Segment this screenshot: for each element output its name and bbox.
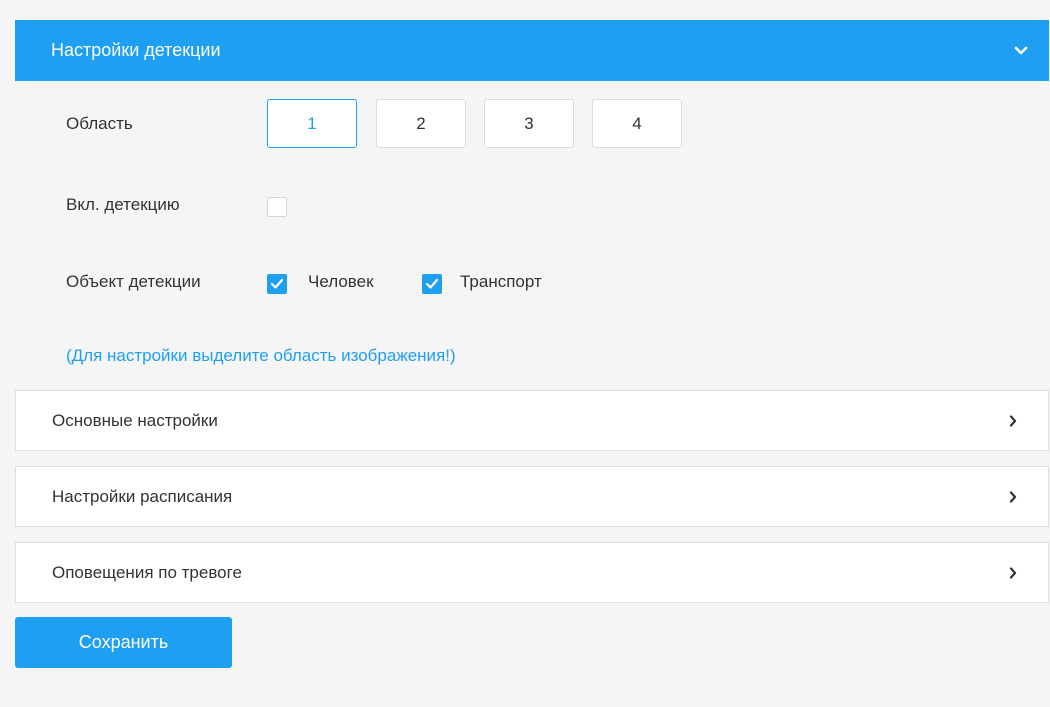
- schedule-settings-label: Настройки расписания: [52, 486, 233, 506]
- person-checkbox[interactable]: [267, 274, 287, 294]
- schedule-settings-section[interactable]: Настройки расписания: [15, 466, 1049, 527]
- alarm-notifications-section[interactable]: Оповещения по тревоге: [15, 542, 1049, 603]
- person-checkbox-label[interactable]: Человек: [308, 272, 374, 292]
- vehicle-checkbox[interactable]: [422, 274, 442, 294]
- chevron-right-icon: [1008, 490, 1018, 504]
- basic-settings-section[interactable]: Основные настройки: [15, 390, 1049, 451]
- vehicle-checkbox-label[interactable]: Транспорт: [460, 272, 542, 292]
- alarm-notifications-label: Оповещения по тревоге: [52, 562, 242, 582]
- area-label: Область: [66, 114, 133, 133]
- chevron-right-icon: [1008, 414, 1018, 428]
- enable-detection-label: Вкл. детекцию: [66, 195, 180, 214]
- basic-settings-label: Основные настройки: [52, 410, 218, 430]
- area-button-2[interactable]: 2: [376, 99, 466, 148]
- area-button-3[interactable]: 3: [484, 99, 574, 148]
- detection-settings-body: Область 1 2 3 4 Вкл. детекцию Объект дет…: [15, 81, 1049, 390]
- save-button[interactable]: Сохранить: [15, 617, 232, 668]
- enable-detection-checkbox[interactable]: [267, 197, 287, 217]
- area-selection-hint: (Для настройки выделите область изображе…: [66, 346, 456, 365]
- chevron-down-icon[interactable]: [1013, 43, 1029, 59]
- area-button-4[interactable]: 4: [592, 99, 682, 148]
- detection-settings-header[interactable]: Настройки детекции: [15, 20, 1049, 81]
- area-button-1[interactable]: 1: [267, 99, 357, 148]
- detection-settings-title: Настройки детекции: [51, 40, 221, 60]
- detection-object-label: Объект детекции: [66, 272, 201, 291]
- check-icon: [425, 278, 439, 289]
- chevron-right-icon: [1008, 566, 1018, 580]
- check-icon: [270, 278, 284, 289]
